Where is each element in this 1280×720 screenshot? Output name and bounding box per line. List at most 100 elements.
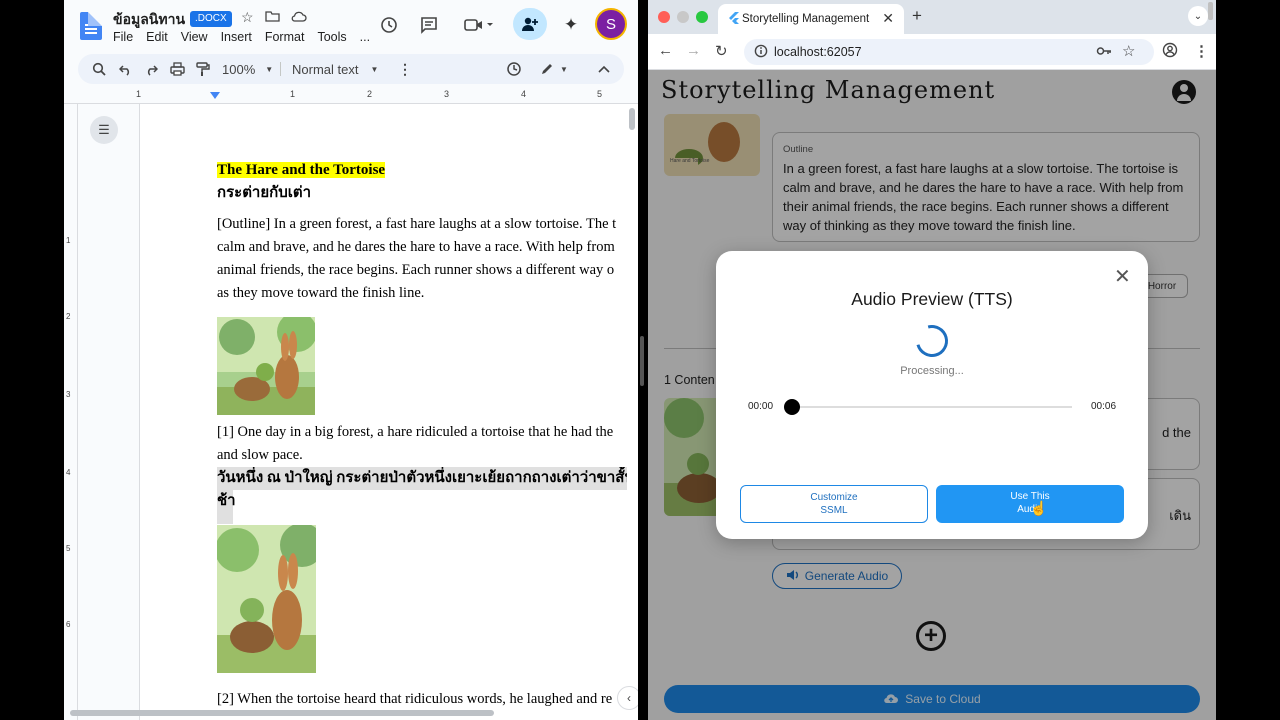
close-window-button[interactable] xyxy=(658,11,670,23)
close-icon[interactable]: ✕ xyxy=(1114,267,1131,287)
loading-spinner xyxy=(910,319,954,363)
chrome-window: Storytelling Management ✕ + ⌄ ← → ↻ loca… xyxy=(648,0,1216,720)
chevron-down-icon[interactable]: ⌄ xyxy=(1188,6,1208,26)
audio-progress-handle[interactable] xyxy=(784,399,800,415)
folder-move-icon[interactable] xyxy=(265,9,280,26)
toolbar-divider xyxy=(280,62,281,76)
back-icon[interactable]: ← xyxy=(658,42,673,59)
docx-badge: .DOCX xyxy=(190,11,232,27)
menu-dots-icon[interactable]: ⋮ xyxy=(398,54,412,84)
menu-format[interactable]: Format xyxy=(265,30,305,44)
docs-logo-icon[interactable] xyxy=(80,12,102,40)
tab-storytelling[interactable]: Storytelling Management ✕ xyxy=(718,4,904,34)
minimize-window-button[interactable] xyxy=(677,11,689,23)
pencil-icon[interactable]: ▼ xyxy=(540,54,568,84)
menu-dots-icon[interactable]: ⋮ xyxy=(1194,42,1209,60)
paragraph-2-line: [2] When the tortoise heard that ridicul… xyxy=(217,691,613,707)
new-tab-button[interactable]: + xyxy=(912,6,922,26)
paragraph-1-thai: ช้า xyxy=(217,490,236,524)
undo-icon[interactable] xyxy=(119,54,133,84)
customize-ssml-button[interactable]: Customize SSML xyxy=(740,485,928,523)
comment-icon[interactable] xyxy=(418,10,440,40)
collapse-side-panel-icon[interactable]: ‹ xyxy=(617,686,638,710)
ruler-number: 4 xyxy=(66,468,71,477)
horizontal-scrollbar[interactable] xyxy=(70,710,494,716)
dialog-title: Audio Preview (TTS) xyxy=(851,289,1013,309)
time-elapsed: 00:00 xyxy=(748,401,774,412)
split-view-divider[interactable] xyxy=(640,336,644,386)
avatar[interactable]: S xyxy=(595,8,627,40)
menu-tools[interactable]: Tools xyxy=(317,30,346,44)
outline-line: animal friends, the race begins. Each ru… xyxy=(217,262,615,278)
vertical-ruler: 1 2 3 4 5 6 xyxy=(64,104,78,720)
share-person-icon[interactable] xyxy=(513,8,547,40)
hare-tortoise-image-1[interactable] xyxy=(217,317,315,415)
paint-format-icon[interactable] xyxy=(196,54,210,84)
style-select[interactable]: Normal text ▼ xyxy=(292,54,378,84)
star-icon[interactable]: ☆ xyxy=(241,9,254,26)
search-icon[interactable] xyxy=(92,54,106,84)
menu-file[interactable]: File xyxy=(113,30,133,44)
docs-header: ข้อมูลนิทาน .DOCX ☆ File Edit View Inser… xyxy=(64,0,638,52)
paragraph-1-thai: วันหนึ่ง ณ ป่าใหญ่ กระต่ายป่าตัวหนึ่งเยา… xyxy=(217,467,627,490)
menu-view[interactable]: View xyxy=(181,30,208,44)
star-icon[interactable]: ☆ xyxy=(1122,42,1135,60)
forward-icon[interactable]: → xyxy=(686,42,701,59)
hand-cursor-icon: ☝ xyxy=(1030,500,1048,516)
document-page[interactable]: The Hare and the Tortoise กระต่ายกับเต่า… xyxy=(139,104,638,720)
maximize-window-button[interactable] xyxy=(696,11,708,23)
document-title[interactable]: ข้อมูลนิทาน xyxy=(113,9,185,31)
menu-edit[interactable]: Edit xyxy=(146,30,168,44)
docs-toolbar: 100% ▼ Normal text ▼ ⋮ ▼ xyxy=(78,54,624,84)
horizontal-ruler: 1 1 2 3 4 5 xyxy=(64,88,638,104)
collapse-icon[interactable] xyxy=(598,54,610,84)
paragraph-1-line: and slow pace. xyxy=(217,447,303,463)
ruler-number: 1 xyxy=(66,236,71,245)
ruler-number: 3 xyxy=(444,89,450,99)
time-total: 00:06 xyxy=(1091,401,1117,412)
ruler-number: 4 xyxy=(521,89,527,99)
window-scrollbar[interactable] xyxy=(1208,2,1213,20)
outline-line: [Outline] In a green forest, a fast hare… xyxy=(217,216,617,232)
omnibox[interactable]: localhost:62057 ☆ xyxy=(744,39,1154,65)
vertical-scrollbar[interactable] xyxy=(629,108,635,130)
redo-icon[interactable] xyxy=(144,54,158,84)
close-icon[interactable]: ✕ xyxy=(882,10,894,27)
zoom-select[interactable]: 100% ▼ xyxy=(222,54,273,84)
desktop-background xyxy=(1216,0,1280,720)
audio-progress-track[interactable] xyxy=(792,406,1072,408)
video-icon[interactable] xyxy=(462,10,496,40)
chevron-down-icon: ▼ xyxy=(370,64,379,74)
doc-title-en: The Hare and the Tortoise xyxy=(217,162,386,178)
info-icon[interactable] xyxy=(754,44,768,63)
chevron-down-icon: ▼ xyxy=(560,64,568,74)
address-bar-row: ← → ↻ localhost:62057 ☆ ⋮ xyxy=(648,34,1216,70)
ruler-number: 5 xyxy=(66,544,71,553)
print-icon[interactable] xyxy=(170,54,185,84)
menu-insert[interactable]: Insert xyxy=(221,30,252,44)
profile-icon[interactable] xyxy=(1162,42,1178,62)
flutter-icon xyxy=(729,12,739,24)
docs-menubar: File Edit View Insert Format Tools ... xyxy=(113,30,370,44)
screen: ข้อมูลนิทาน .DOCX ☆ File Edit View Inser… xyxy=(0,0,1280,720)
outline-list-icon[interactable]: ☰ xyxy=(90,116,118,144)
gemini-icon[interactable]: ✦ xyxy=(559,10,583,40)
history-icon[interactable] xyxy=(378,10,400,40)
google-docs-window: ข้อมูลนิทาน .DOCX ☆ File Edit View Inser… xyxy=(64,0,638,720)
audio-preview-dialog: ✕ Audio Preview (TTS) Processing... 00:0… xyxy=(716,251,1148,539)
tab-strip: Storytelling Management ✕ + ⌄ xyxy=(648,0,1216,34)
cloud-icon[interactable] xyxy=(291,9,307,25)
outline-line: as they move toward the finish line. xyxy=(217,285,425,301)
paragraph-1-line: [1] One day in a big forest, a hare ridi… xyxy=(217,424,614,440)
tab-label: Storytelling Management xyxy=(742,13,870,25)
menu-more[interactable]: ... xyxy=(360,30,370,44)
hare-tortoise-image-2[interactable] xyxy=(217,525,316,673)
reload-icon[interactable]: ↻ xyxy=(715,42,728,60)
customize-label-line1: Customize xyxy=(810,492,858,503)
indent-marker[interactable] xyxy=(210,92,220,99)
key-icon[interactable] xyxy=(1096,44,1112,63)
ruler-number: 2 xyxy=(367,89,373,99)
edit-mode-icon[interactable] xyxy=(506,54,522,84)
url-text: localhost:62057 xyxy=(774,45,862,59)
outline-line: calm and brave, and he dares the hare to… xyxy=(217,239,615,255)
